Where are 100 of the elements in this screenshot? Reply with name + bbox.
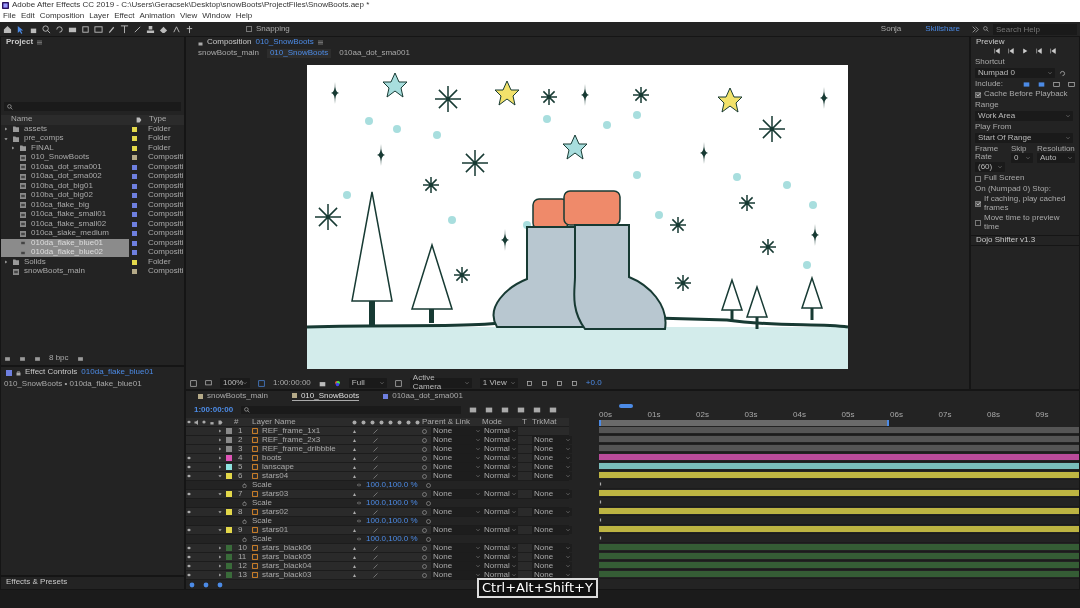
zoom-icon[interactable] bbox=[42, 24, 51, 34]
speaker-icon[interactable] bbox=[194, 419, 199, 425]
eye-icon[interactable] bbox=[186, 420, 192, 424]
play-icon[interactable] bbox=[1022, 48, 1028, 54]
eye-icon[interactable] bbox=[186, 555, 192, 559]
brush-icon[interactable] bbox=[133, 24, 142, 34]
solo-dot-icon[interactable] bbox=[202, 420, 206, 424]
collapsed-arrow-icon[interactable] bbox=[218, 546, 222, 550]
track-matte-dropdown[interactable]: None bbox=[532, 435, 572, 445]
workspace-tab[interactable]: Skillshare bbox=[925, 24, 960, 34]
blend-mode-dropdown[interactable]: Normal bbox=[482, 453, 518, 463]
layer-name[interactable]: boots bbox=[262, 453, 282, 463]
collapsed-arrow-icon[interactable] bbox=[218, 438, 222, 442]
skip-to-start-icon[interactable] bbox=[994, 48, 1000, 54]
blend-mode-dropdown[interactable]: Normal bbox=[482, 543, 518, 553]
menu-icon[interactable] bbox=[37, 40, 43, 45]
selection-arrow-icon[interactable] bbox=[16, 24, 25, 34]
label-tag-icon[interactable] bbox=[218, 419, 223, 425]
layer-name[interactable]: stars_black03 bbox=[262, 570, 312, 580]
parent-dropdown[interactable]: None bbox=[431, 489, 482, 499]
overlay-icon[interactable] bbox=[190, 379, 197, 387]
home-icon[interactable] bbox=[3, 24, 12, 34]
search-field[interactable] bbox=[4, 102, 181, 111]
column-header[interactable]: Layer Name bbox=[252, 417, 296, 427]
eraser-icon[interactable] bbox=[159, 24, 168, 34]
blend-mode-dropdown[interactable]: Normal bbox=[482, 561, 518, 571]
layer-name[interactable]: REF_frame_dribbble bbox=[262, 444, 336, 454]
quality-slash-icon[interactable] bbox=[373, 491, 378, 497]
expanded-arrow-icon[interactable] bbox=[218, 492, 222, 496]
project-item[interactable]: 010ca_slake_medium Compositi bbox=[1, 229, 184, 239]
stamp-icon[interactable] bbox=[146, 24, 155, 34]
column-header[interactable]: # bbox=[234, 417, 239, 427]
overlay-icon[interactable] bbox=[1053, 80, 1060, 88]
layer-name[interactable]: stars_black05 bbox=[262, 552, 312, 562]
collapsed-arrow-icon[interactable] bbox=[218, 456, 222, 460]
parent-dropdown[interactable]: None bbox=[431, 543, 482, 553]
stopwatch-icon[interactable] bbox=[242, 536, 247, 542]
parent-dropdown[interactable]: None bbox=[431, 471, 482, 481]
exposure-value[interactable]: +0.0 bbox=[585, 378, 602, 388]
eye-icon[interactable] bbox=[186, 528, 192, 532]
property-value[interactable]: 100.0,100.0 % bbox=[366, 516, 418, 526]
menu-item[interactable]: Layer bbox=[89, 12, 110, 21]
column-header[interactable]: Mode bbox=[482, 417, 502, 427]
grid-icon[interactable] bbox=[258, 379, 265, 387]
property-value[interactable]: 100.0,100.0 % bbox=[366, 480, 418, 490]
eye-icon[interactable] bbox=[186, 573, 192, 577]
project-item[interactable]: 010aa_dot_sma001 Compositi bbox=[1, 162, 184, 172]
expanded-arrow-icon[interactable] bbox=[218, 510, 222, 514]
collapsed-arrow-icon[interactable] bbox=[218, 555, 222, 559]
quality-slash-icon[interactable] bbox=[373, 509, 378, 515]
search-field[interactable]: Search Help bbox=[993, 23, 1077, 35]
blend-mode-dropdown[interactable]: Normal bbox=[482, 462, 518, 472]
eye-icon[interactable] bbox=[186, 456, 192, 460]
layer-name[interactable]: stars_black04 bbox=[262, 561, 312, 571]
parent-dropdown[interactable]: None bbox=[431, 525, 482, 535]
keyframe-marker-icon[interactable] bbox=[599, 481, 602, 487]
menu-item[interactable]: Edit bbox=[20, 12, 35, 21]
project-item[interactable]: 010_SnowBoots Compositi bbox=[1, 153, 184, 163]
layer-name[interactable]: stars01 bbox=[262, 525, 289, 535]
track-matte-dropdown[interactable]: None bbox=[532, 525, 572, 535]
layer-name[interactable]: REF_frame_1x1 bbox=[262, 426, 321, 436]
blend-mode-dropdown[interactable]: Normal bbox=[482, 444, 518, 454]
menu-item[interactable]: Effect bbox=[114, 12, 135, 21]
expanded-arrow-icon[interactable] bbox=[218, 474, 222, 478]
menu-icon[interactable] bbox=[317, 40, 323, 45]
pen-icon[interactable] bbox=[107, 24, 116, 34]
layer-name[interactable]: stars04 bbox=[262, 471, 289, 481]
property-value[interactable]: 100.0,100.0 % bbox=[366, 534, 418, 544]
property-value[interactable]: 100.0,100.0 % bbox=[366, 498, 418, 508]
layer-search-field[interactable] bbox=[241, 406, 462, 414]
collapsed-arrow-icon[interactable] bbox=[218, 465, 222, 469]
project-item[interactable]: 010aa_dot_sma002 Compositi bbox=[1, 172, 184, 182]
eye-icon[interactable] bbox=[186, 564, 192, 568]
parent-dropdown[interactable]: None bbox=[431, 453, 482, 463]
workspace-tab[interactable]: Sonja bbox=[880, 24, 902, 34]
project-item[interactable]: 010ca_flake_big Compositi bbox=[1, 200, 184, 210]
layer-name[interactable]: stars_black06 bbox=[262, 543, 312, 553]
resolution-dropdown[interactable]: Auto bbox=[1037, 153, 1075, 164]
move-time-checkbox[interactable] bbox=[975, 219, 981, 226]
bit-depth-label[interactable]: 8 bpc bbox=[49, 354, 69, 363]
menu-item[interactable]: Animation bbox=[139, 12, 176, 21]
eye-icon[interactable] bbox=[186, 510, 192, 514]
track-matte-dropdown[interactable]: None bbox=[532, 543, 572, 553]
project-item[interactable]: 010ba_dot_big02 Compositi bbox=[1, 191, 184, 201]
menu-item[interactable]: Composition bbox=[39, 12, 85, 21]
stopwatch-icon[interactable] bbox=[242, 500, 247, 506]
label-tag-icon[interactable] bbox=[136, 116, 142, 123]
keyframe-marker-icon[interactable] bbox=[599, 499, 602, 505]
column-header[interactable]: Parent & Link bbox=[422, 417, 471, 427]
breadcrumb-tab[interactable]: 010aa_dot_sma001 bbox=[339, 49, 410, 58]
track-matte-dropdown[interactable]: None bbox=[532, 471, 572, 481]
breadcrumb-tab[interactable]: snowBoots_main bbox=[198, 49, 259, 58]
project-item[interactable]: 010ca_flake_small01 Compositi bbox=[1, 210, 184, 220]
eye-icon[interactable] bbox=[186, 474, 192, 478]
rotate-icon[interactable] bbox=[55, 24, 64, 34]
panel-title[interactable]: Effect Controls bbox=[25, 368, 78, 377]
frame-rate-dropdown[interactable]: (60) bbox=[975, 162, 1005, 173]
color-channels-icon[interactable] bbox=[333, 379, 341, 387]
column-header[interactable]: TrkMat bbox=[532, 417, 557, 427]
track-matte-dropdown[interactable]: None bbox=[532, 561, 572, 571]
